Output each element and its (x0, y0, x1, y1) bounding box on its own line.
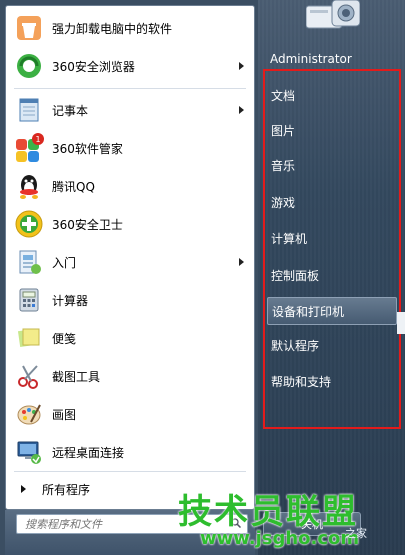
divider (14, 88, 246, 89)
sticky-notes-icon (14, 323, 44, 353)
program-item-360-browser[interactable]: 360安全浏览器 (10, 48, 252, 84)
right-item-documents[interactable]: 文档 (267, 81, 397, 109)
program-label: 入门 (52, 255, 77, 270)
right-item-default-programs[interactable]: 默认程序 (267, 331, 397, 359)
program-item-snipping-tool[interactable]: 截图工具 (10, 358, 252, 394)
watermark-small: 之家 (345, 527, 367, 540)
program-label: 腾讯QQ (52, 179, 95, 194)
remote-desktop-icon (14, 437, 44, 467)
right-item-devices-printers[interactable]: 设备和打印机 (267, 297, 397, 325)
browser-360-icon (14, 51, 44, 81)
program-item-getting-started[interactable]: 入门 (10, 244, 252, 280)
right-item-label: 计算机 (271, 231, 308, 246)
right-item-pictures[interactable]: 图片 (267, 116, 397, 144)
program-item-360-security[interactable]: 360安全卫士 (10, 206, 252, 242)
qq-icon (14, 171, 44, 201)
program-item-notepad[interactable]: 记事本 (10, 92, 252, 128)
program-item-uninstall[interactable]: 强力卸载电脑中的软件 (10, 10, 252, 46)
program-label: 360安全卫士 (52, 217, 123, 232)
right-item-label: 默认程序 (271, 338, 320, 353)
program-label: 计算器 (52, 293, 89, 308)
program-label: 记事本 (52, 103, 89, 118)
user-name[interactable]: Administrator (270, 52, 352, 66)
program-item-calculator[interactable]: 计算器 (10, 282, 252, 318)
program-item-paint[interactable]: 画图 (10, 396, 252, 432)
program-label: 画图 (52, 407, 77, 422)
watermark-url: www.jsgho.com (200, 528, 360, 549)
submenu-arrow-icon[interactable] (239, 258, 244, 266)
right-item-label: 游戏 (271, 195, 296, 210)
program-item-sticky-notes[interactable]: 便笺 (10, 320, 252, 356)
program-label: 便笺 (52, 331, 77, 346)
watermark-logo: 技术员联盟 (178, 492, 358, 532)
program-label: 360软件管家 (52, 141, 123, 156)
software-manager-icon: 1 (14, 133, 44, 163)
calculator-icon (14, 285, 44, 315)
right-item-help-support[interactable]: 帮助和支持 (267, 367, 397, 395)
right-item-computer[interactable]: 计算机 (267, 224, 397, 252)
divider (14, 471, 246, 472)
notepad-icon (14, 95, 44, 125)
program-item-qq[interactable]: 腾讯QQ (10, 168, 252, 204)
camera-icon (305, 0, 361, 29)
getting-started-icon (14, 247, 44, 277)
all-programs-label: 所有程序 (42, 482, 91, 497)
right-item-control-panel[interactable]: 控制面板 (267, 261, 397, 289)
snipping-tool-icon (14, 361, 44, 391)
badge-count: 1 (35, 135, 40, 144)
right-item-label: 帮助和支持 (271, 374, 332, 389)
submenu-arrow-icon[interactable] (239, 106, 244, 114)
right-item-label: 控制面板 (271, 268, 320, 283)
right-item-label: 文档 (271, 88, 296, 103)
right-item-games[interactable]: 游戏 (267, 188, 397, 216)
program-label: 360安全浏览器 (52, 59, 135, 74)
paint-icon (14, 399, 44, 429)
expand-arrow-icon (21, 485, 26, 493)
right-item-label: 图片 (271, 123, 296, 138)
right-item-label: 设备和打印机 (272, 304, 345, 319)
program-label: 强力卸载电脑中的软件 (52, 21, 173, 36)
submenu-arrow-icon[interactable] (239, 62, 244, 70)
right-item-music[interactable]: 音乐 (267, 151, 397, 179)
security-guard-icon (14, 209, 44, 239)
program-item-remote-desktop[interactable]: 远程桌面连接 (10, 434, 252, 470)
edge-tab (397, 312, 405, 334)
programs-pane: 强力卸载电脑中的软件 360安全浏览器 记事本 1 360软件管家 腾讯QQ 3… (5, 5, 255, 510)
program-label: 截图工具 (52, 369, 101, 384)
program-label: 远程桌面连接 (52, 445, 125, 460)
uninstall-icon (14, 13, 44, 43)
user-picture[interactable] (305, 0, 361, 34)
right-item-label: 音乐 (271, 158, 296, 173)
program-item-360-software-manager[interactable]: 1 360软件管家 (10, 130, 252, 166)
